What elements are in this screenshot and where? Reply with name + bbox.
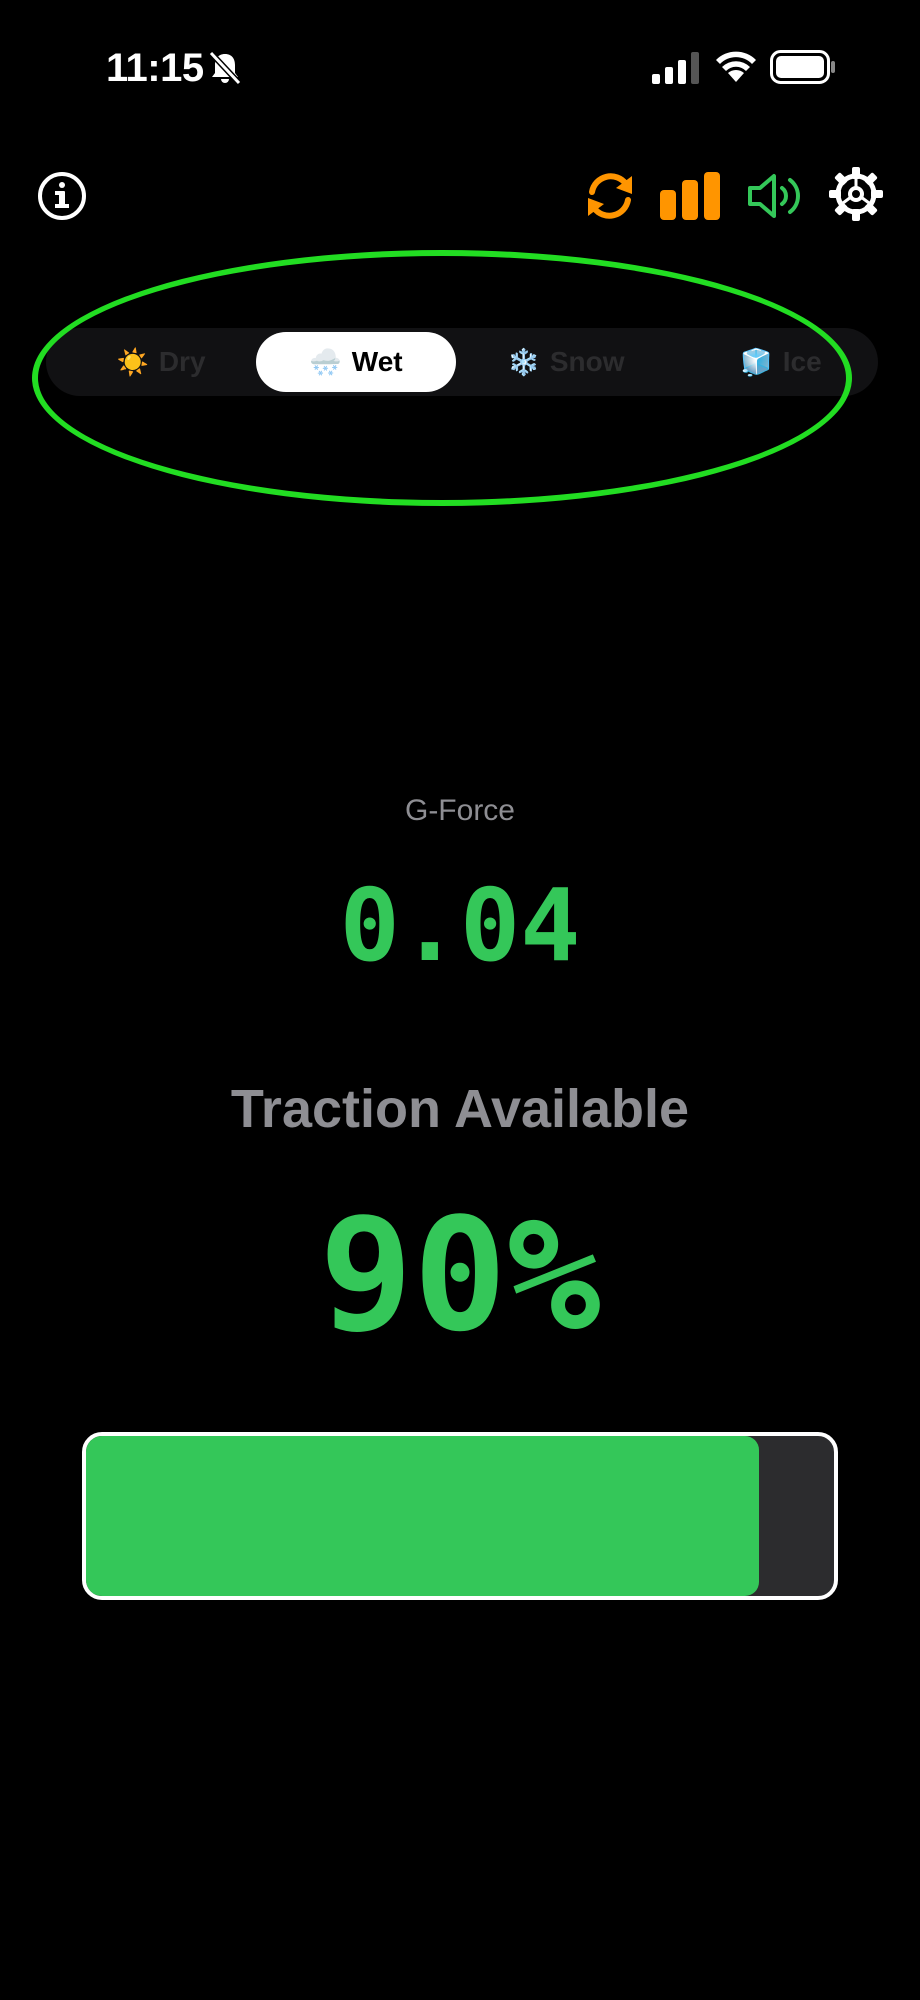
segment-snow[interactable]: ❄️ Snow [466, 332, 666, 392]
signal-bars-icon[interactable] [658, 170, 722, 222]
gforce-value: 0.04 [339, 867, 581, 984]
snowflake-icon: ❄️ [507, 346, 540, 377]
segment-label: Wet [351, 346, 403, 377]
bell-slash-icon [208, 50, 242, 86]
segment-wet[interactable]: 🌨️ Wet [256, 332, 456, 392]
traction-progress-fill [86, 1436, 760, 1596]
cellular-signal-icon [652, 52, 699, 84]
segment-label: Snow [549, 346, 625, 377]
segment-ice[interactable]: 🧊 Ice [686, 332, 876, 392]
info-icon[interactable] [36, 170, 88, 222]
battery-icon [770, 50, 835, 84]
ice-cube-icon: 🧊 [740, 346, 773, 377]
surface-segmented-control: ☀️ Dry 🌨️ Wet ❄️ Snow 🧊 Ice [46, 328, 878, 396]
segment-dry[interactable]: ☀️ Dry [76, 332, 246, 392]
gforce-label: G-Force [404, 794, 515, 827]
segment-label: Dry [158, 346, 206, 377]
rain-cloud-icon: 🌨️ [309, 346, 342, 377]
traction-progress-bar [82, 1432, 838, 1600]
status-time: 11:15 [106, 46, 204, 90]
traction-label: Traction Available [230, 1079, 690, 1139]
gear-icon[interactable] [828, 166, 884, 222]
sun-icon: ☀️ [116, 346, 149, 377]
segment-label: Ice [782, 346, 822, 377]
wifi-icon [716, 51, 756, 82]
speaker-icon[interactable] [746, 170, 806, 222]
traction-value: 90% [319, 1184, 601, 1366]
sync-icon[interactable] [580, 166, 640, 226]
